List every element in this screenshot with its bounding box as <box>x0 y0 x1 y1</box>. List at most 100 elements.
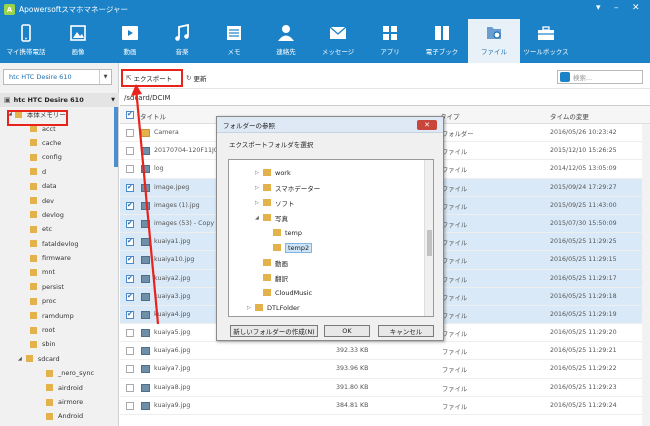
tool-ebook[interactable]: 電子ブック <box>416 19 468 63</box>
refresh-button[interactable]: ↻ 更新 <box>186 71 206 84</box>
dialog-scrollbar[interactable] <box>424 160 433 316</box>
tree-item[interactable]: persist <box>0 280 114 294</box>
dialog-tree-item[interactable]: CloudMusic <box>255 286 312 299</box>
tree-item[interactable]: root <box>0 323 114 337</box>
tool-contact[interactable]: 連絡先 <box>260 19 312 63</box>
tool-music[interactable]: 音楽 <box>156 19 208 63</box>
ebook-icon <box>435 26 449 40</box>
expand-icon[interactable]: ▷ <box>247 305 255 311</box>
row-checkbox[interactable] <box>126 383 134 392</box>
collapse-icon[interactable]: ◢ <box>255 215 263 221</box>
dialog-tree-item[interactable]: ▷ work <box>255 166 291 179</box>
collapse-icon[interactable]: ▼ <box>111 97 115 103</box>
row-checkbox[interactable] <box>126 401 134 410</box>
dialog-tree-label: 写真 <box>275 214 288 223</box>
tree-item[interactable]: d <box>0 165 114 179</box>
tree-item[interactable]: config <box>0 150 114 164</box>
expand-icon[interactable]: ▷ <box>255 170 263 176</box>
row-checkbox[interactable] <box>126 365 134 374</box>
tree-item[interactable]: sbin <box>0 337 114 351</box>
ok-button[interactable]: OK <box>324 325 370 337</box>
folder-icon <box>30 153 37 161</box>
tool-file[interactable]: ファイル <box>468 19 520 63</box>
tree-item[interactable]: devlog <box>0 208 114 222</box>
tree-item[interactable]: firmware <box>0 251 114 265</box>
close-icon[interactable]: ✕ <box>632 2 640 14</box>
image-file-icon <box>141 401 150 410</box>
row-checkbox[interactable] <box>126 347 134 356</box>
tool-message[interactable]: メッセージ <box>312 19 364 63</box>
tree-item[interactable]: etc <box>0 222 114 236</box>
table-scrollbar[interactable] <box>642 124 650 426</box>
dialog-tree-item-selected[interactable]: temp2 <box>273 241 313 254</box>
folder-icon <box>30 340 37 348</box>
dialog-tree-item[interactable]: temp <box>273 226 302 239</box>
new-folder-button[interactable]: 新しいフォルダーの作成(N) <box>230 325 318 337</box>
tree-item[interactable]: airdroid <box>0 380 114 394</box>
menu-icon[interactable]: ▾ <box>596 2 601 14</box>
folder-icon <box>46 398 53 406</box>
tree-item[interactable]: dev <box>0 193 114 207</box>
table-row[interactable]: kuaiya7.jpg 393.96 KB ファイル 2016/05/25 11:29… <box>120 360 650 379</box>
dialog-tree-label: temp <box>285 228 303 237</box>
phone-icon <box>21 24 31 42</box>
tree-item[interactable]: airmore <box>0 395 114 409</box>
tree-item[interactable]: _nero_sync <box>0 366 114 380</box>
tool-apps[interactable]: アプリ <box>364 19 416 63</box>
dialog-tree-item[interactable]: ▷ ソフト <box>255 196 295 209</box>
row-checkbox[interactable] <box>126 329 134 338</box>
minimize-icon[interactable]: – <box>614 2 619 14</box>
expand-icon[interactable]: ◢ <box>18 356 22 362</box>
cell-type: ファイル <box>442 312 468 320</box>
tool-video[interactable]: 動画 <box>104 19 156 63</box>
file-icon <box>487 27 501 39</box>
dialog-tree-item[interactable]: ▷ DTLFolder <box>247 301 300 314</box>
table-row[interactable]: kuaiya8.jpg 391.80 KB ファイル 2016/05/25 11:29… <box>120 379 650 397</box>
folder-icon <box>30 254 37 262</box>
search-field[interactable]: 検索... <box>557 70 643 84</box>
tree-item[interactable]: ◢ sdcard <box>0 352 114 366</box>
device-selector[interactable]: htc HTC Desire 610 ▼ <box>3 69 112 85</box>
tool-label: 電子ブック <box>425 48 459 56</box>
tool-image[interactable]: 画像 <box>52 19 104 63</box>
dialog-tree-item[interactable]: 動画 <box>263 256 288 269</box>
dialog-tree-item[interactable]: 翻訳 <box>263 271 288 284</box>
cell-time: 2016/05/25 11:29:17 <box>550 274 617 282</box>
table-row[interactable]: kuaiya6.jpg 392.33 KB ファイル 2016/05/25 11:29… <box>120 342 650 361</box>
tool-toolbox[interactable]: ツールボックス <box>520 19 572 63</box>
tree-item[interactable]: fataldevlog <box>0 237 114 251</box>
expand-icon[interactable]: ▷ <box>255 185 263 191</box>
sidebar-scrollbar[interactable] <box>114 107 118 167</box>
dialog-tree-item[interactable]: ◢ 写真 <box>255 211 288 224</box>
cell-time: 2016/05/25 11:29:21 <box>550 347 617 355</box>
cell-size: 393.96 KB <box>336 365 369 373</box>
folder-icon <box>30 139 37 147</box>
tree-item-label: fataldevlog <box>42 239 79 248</box>
tree-item[interactable]: data <box>0 179 114 193</box>
tool-label: 画像 <box>71 48 85 56</box>
header-time[interactable]: タイムの変更 <box>550 111 589 121</box>
table-row[interactable]: kuaiya9.jpg 384.81 KB ファイル 2016/05/25 11:29… <box>120 397 650 415</box>
path-bar[interactable]: /sdcard/DCIM <box>120 90 650 106</box>
folder-icon <box>46 369 53 377</box>
tree-item[interactable]: Android <box>0 409 114 423</box>
tree-item-label: root <box>42 326 56 335</box>
tree-root[interactable]: ▣ htc HTC Desire 610 ▼ <box>0 93 119 107</box>
tree-item[interactable]: mnt <box>0 265 114 279</box>
dialog-tree-item[interactable]: ▷ スマホデーター <box>255 181 320 194</box>
tree-item[interactable]: ramdump <box>0 308 114 322</box>
expand-icon[interactable]: ▷ <box>255 200 263 206</box>
dialog-scroll-thumb[interactable] <box>427 230 432 256</box>
cancel-button[interactable]: キャンセル <box>378 325 434 337</box>
dialog-tree-label: 翻訳 <box>275 274 288 283</box>
chevron-down-icon[interactable]: ▼ <box>99 70 111 84</box>
tree-item[interactable]: cache <box>0 136 114 150</box>
tool-phone[interactable]: マイ携帯電話 <box>0 19 52 63</box>
tool-memo[interactable]: メモ <box>208 19 260 63</box>
search-input[interactable]: 検索... <box>573 72 592 82</box>
dialog-close-icon[interactable]: ✕ <box>417 120 437 130</box>
cell-size: 392.33 KB <box>336 347 369 355</box>
cell-time: 2016/05/26 10:23:42 <box>550 129 617 136</box>
dialog-tree-label: work <box>275 168 291 177</box>
tree-item[interactable]: proc <box>0 294 114 308</box>
